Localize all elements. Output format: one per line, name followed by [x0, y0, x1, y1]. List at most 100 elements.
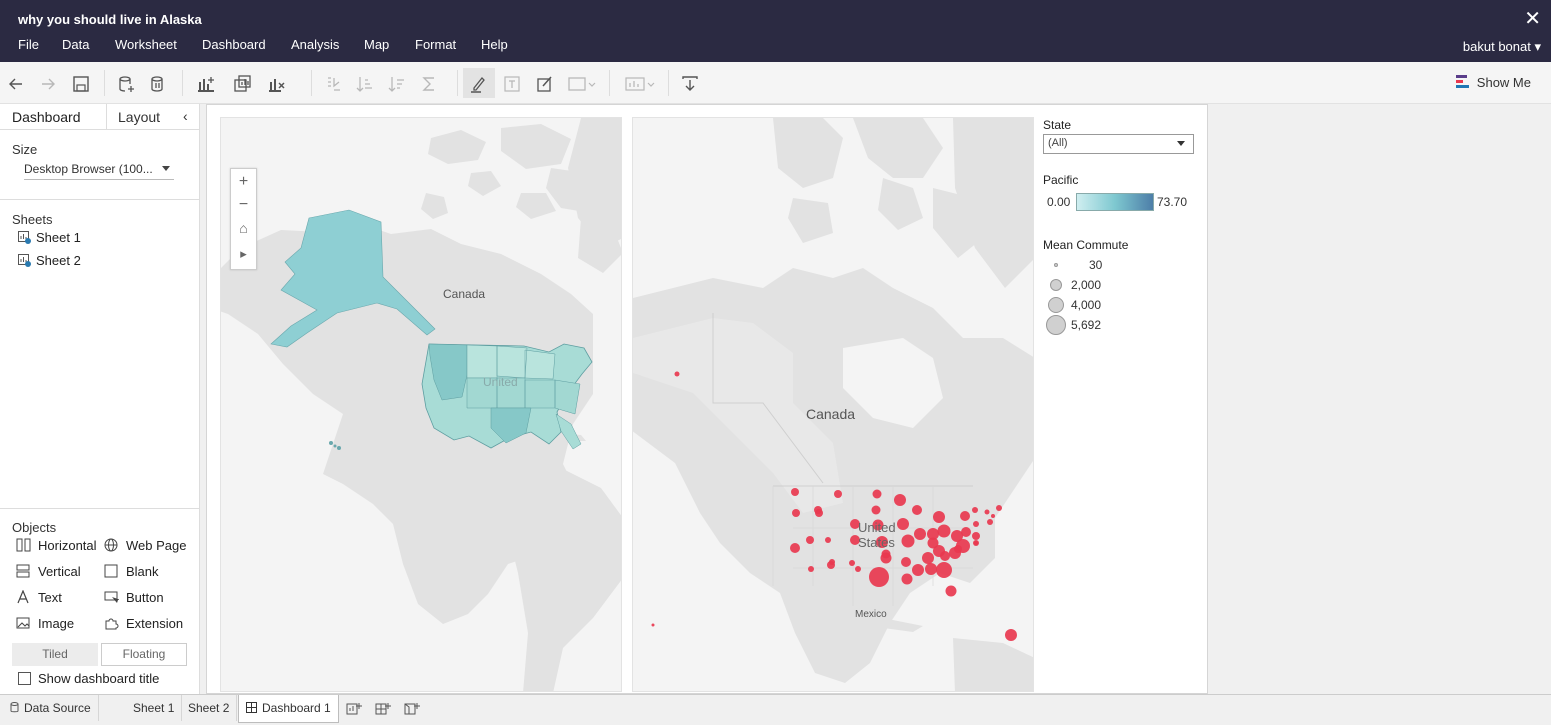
commute-mark[interactable]	[894, 494, 906, 506]
commute-mark[interactable]	[974, 541, 978, 545]
show-dashboard-title-checkbox[interactable]: Show dashboard title	[18, 671, 159, 686]
commute-mark[interactable]	[936, 562, 952, 578]
object-image[interactable]: Image	[16, 616, 74, 631]
commute-mark[interactable]	[808, 566, 814, 572]
commute-mark[interactable]	[815, 509, 823, 517]
sheet-item-2[interactable]: Sheet 2	[18, 253, 81, 268]
commute-mark[interactable]	[960, 511, 970, 521]
commute-mark[interactable]	[912, 505, 922, 515]
object-extension[interactable]: Extension	[104, 616, 183, 631]
menu-help[interactable]: Help	[481, 37, 508, 52]
back-icon[interactable]	[6, 74, 26, 94]
object-button[interactable]: Button	[104, 590, 164, 605]
tab-dashboard-1[interactable]: Dashboard 1	[238, 695, 339, 723]
new-worksheet-icon[interactable]	[196, 74, 216, 94]
commute-mark[interactable]	[996, 505, 1002, 511]
user-menu[interactable]: bakut bonat ▾	[1463, 39, 1541, 55]
forward-icon[interactable]	[38, 74, 58, 94]
clear-sheet-icon[interactable]	[267, 74, 287, 94]
new-worksheet-tab-icon[interactable]	[346, 701, 362, 717]
commute-mark[interactable]	[871, 505, 881, 515]
state-filter-dropdown[interactable]: (All)	[1043, 134, 1194, 154]
swap-axes-icon[interactable]	[324, 74, 344, 94]
show-me-button[interactable]: Show Me	[1455, 75, 1531, 90]
menu-format[interactable]: Format	[415, 37, 456, 52]
tab-sheet-2[interactable]: Sheet 2	[181, 695, 238, 721]
commute-mark[interactable]	[914, 528, 926, 540]
commute-mark[interactable]	[925, 563, 937, 575]
commute-mark[interactable]	[855, 566, 861, 572]
presentation-mode-icon[interactable]	[624, 74, 656, 94]
home-icon[interactable]: ⌂	[231, 216, 256, 240]
commute-mark[interactable]	[972, 507, 978, 513]
tab-sheet-1[interactable]: Sheet 1	[126, 695, 183, 721]
fit-width-icon[interactable]	[567, 74, 597, 94]
commute-mark[interactable]	[1005, 629, 1017, 641]
duplicate-sheet-icon[interactable]	[233, 74, 253, 94]
commute-mark[interactable]	[651, 623, 655, 627]
commute-mark[interactable]	[880, 552, 892, 564]
commute-mark[interactable]	[991, 514, 995, 518]
new-data-source-icon[interactable]	[116, 74, 136, 94]
map-sheet-1[interactable]: Canada United + − ⌂ ▸	[220, 117, 622, 692]
object-vertical[interactable]: Vertical	[16, 564, 81, 579]
new-story-tab-icon[interactable]	[404, 701, 420, 717]
totals-icon[interactable]	[420, 74, 440, 94]
commute-mark[interactable]	[901, 557, 911, 567]
commute-mark[interactable]	[790, 543, 800, 553]
commute-mark[interactable]	[972, 532, 980, 540]
zoom-out-icon[interactable]: −	[231, 193, 256, 217]
new-dashboard-tab-icon[interactable]	[375, 701, 391, 717]
save-icon[interactable]	[71, 74, 91, 94]
commute-mark[interactable]	[834, 490, 842, 498]
commute-mark[interactable]	[849, 560, 855, 566]
floating-toggle[interactable]: Floating	[101, 643, 187, 666]
tab-dashboard[interactable]: Dashboard	[12, 109, 81, 125]
commute-mark[interactable]	[792, 509, 800, 517]
object-blank[interactable]: Blank	[104, 564, 159, 579]
commute-mark[interactable]	[897, 518, 909, 530]
commute-mark[interactable]	[829, 559, 835, 565]
tiled-toggle[interactable]: Tiled	[12, 643, 98, 666]
commute-mark[interactable]	[922, 552, 934, 564]
collapse-panel-icon[interactable]: ‹	[183, 108, 188, 124]
commute-mark[interactable]	[674, 371, 680, 377]
commute-mark[interactable]	[806, 536, 814, 544]
tab-data-source[interactable]: Data Source	[0, 695, 99, 721]
commute-mark[interactable]	[954, 545, 962, 553]
sort-ascending-icon[interactable]	[355, 74, 375, 94]
menu-analysis[interactable]: Analysis	[291, 37, 339, 52]
highlight-icon[interactable]	[468, 74, 488, 94]
commute-mark[interactable]	[872, 489, 882, 499]
commute-mark[interactable]	[825, 537, 831, 543]
commute-mark[interactable]	[937, 524, 951, 538]
commute-mark[interactable]	[901, 534, 915, 548]
download-icon[interactable]	[680, 74, 700, 94]
tab-layout[interactable]: Layout	[118, 109, 160, 125]
zoom-in-icon[interactable]: +	[231, 170, 256, 194]
menu-dashboard[interactable]: Dashboard	[202, 37, 266, 52]
commute-mark[interactable]	[945, 585, 957, 597]
menu-worksheet[interactable]: Worksheet	[115, 37, 177, 52]
commute-mark[interactable]	[940, 551, 950, 561]
commute-mark[interactable]	[933, 511, 945, 523]
commute-mark[interactable]	[973, 521, 979, 527]
object-text[interactable]: Text	[16, 590, 62, 605]
commute-mark[interactable]	[927, 537, 939, 549]
close-icon[interactable]: ✕	[1524, 9, 1541, 29]
commute-mark[interactable]	[961, 527, 971, 537]
object-horizontal[interactable]: Horizontal	[16, 538, 97, 553]
menu-data[interactable]: Data	[62, 37, 89, 52]
commute-mark[interactable]	[869, 567, 889, 587]
expand-toolbar-icon[interactable]: ▸	[231, 242, 256, 266]
commute-mark[interactable]	[901, 573, 913, 585]
object-web-page[interactable]: Web Page	[104, 538, 186, 553]
pause-updates-icon[interactable]	[148, 74, 168, 94]
commute-mark[interactable]	[984, 509, 990, 515]
format-workbook-icon[interactable]	[535, 74, 555, 94]
sort-descending-icon[interactable]	[387, 74, 407, 94]
menu-map[interactable]: Map	[364, 37, 389, 52]
menu-file[interactable]: File	[18, 37, 39, 52]
commute-mark[interactable]	[987, 519, 993, 525]
labels-icon[interactable]	[502, 74, 522, 94]
